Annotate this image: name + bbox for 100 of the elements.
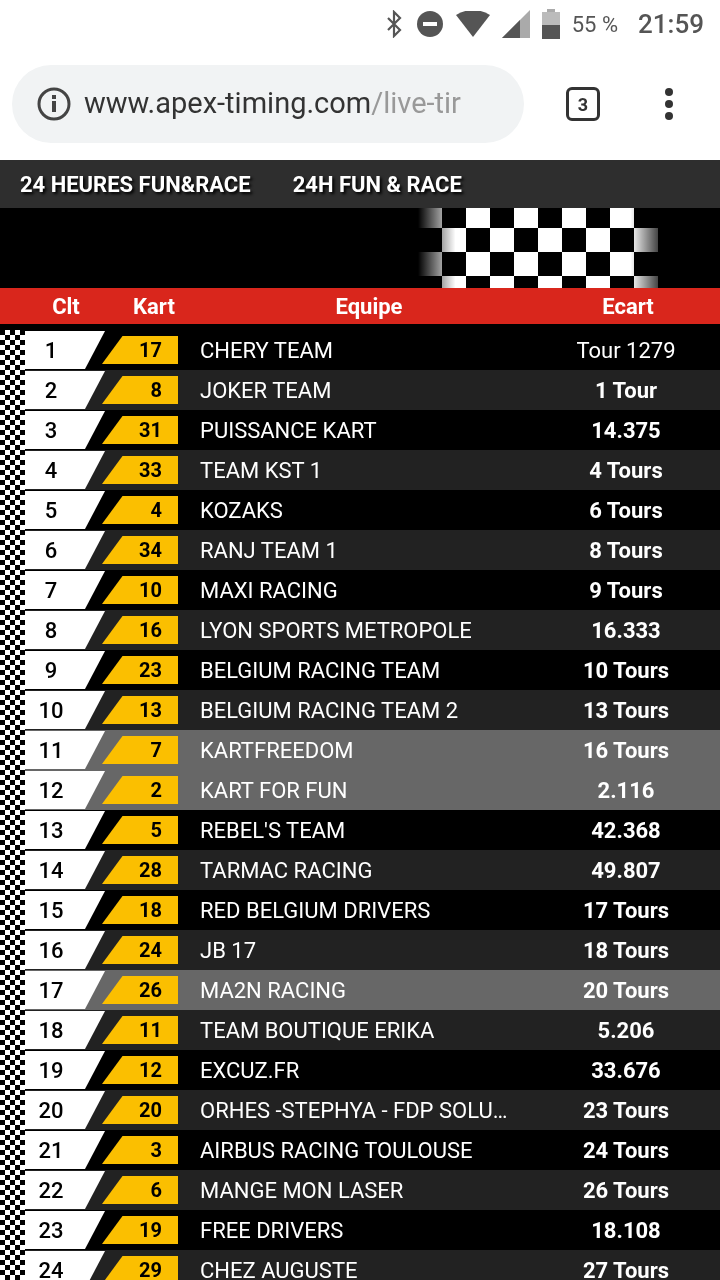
position-cell: 5 bbox=[25, 491, 105, 529]
url-bar[interactable]: www.apex-timing.com/live-tir bbox=[12, 65, 524, 143]
battery-icon bbox=[541, 9, 560, 39]
position-cell: 17 bbox=[25, 971, 105, 1009]
team-name: LYON SPORTS METROPOLE bbox=[200, 616, 473, 645]
team-name: CHERY TEAM bbox=[200, 336, 334, 365]
gap-value: 18 Tours bbox=[582, 936, 670, 965]
gap-value: 24 Tours bbox=[582, 1136, 670, 1165]
info-icon bbox=[36, 86, 72, 122]
gap-value: 18.108 bbox=[590, 1216, 662, 1245]
kart-number-cell: 8 bbox=[102, 376, 178, 404]
team-name: CHEZ AUGUSTE bbox=[200, 1256, 359, 1280]
position-cell: 13 bbox=[25, 811, 105, 849]
position-cell: 7 bbox=[25, 571, 105, 609]
team-name: BELGIUM RACING TEAM bbox=[200, 656, 442, 685]
team-name: MA2N RACING bbox=[200, 976, 348, 1005]
checkered-strip bbox=[0, 770, 25, 810]
team-name: KARTFREEDOM bbox=[200, 736, 355, 765]
kart-number-cell: 34 bbox=[102, 536, 178, 564]
position-cell: 4 bbox=[25, 451, 105, 489]
gap-value: 23 Tours bbox=[582, 1096, 670, 1125]
event-title: 24H FUN & RACE bbox=[292, 170, 462, 199]
kart-number-cell: 6 bbox=[102, 1176, 178, 1204]
gap-value: 5.206 bbox=[596, 1016, 656, 1045]
tab-count-button[interactable]: 3 bbox=[566, 87, 600, 121]
column-header: Ecart bbox=[601, 292, 655, 321]
checkered-strip bbox=[0, 1250, 25, 1280]
position-cell: 11 bbox=[25, 731, 105, 769]
gap-value: 42.368 bbox=[590, 816, 662, 845]
position-cell: 6 bbox=[25, 531, 105, 569]
do-not-disturb-icon bbox=[415, 10, 444, 38]
signal-icon bbox=[501, 10, 530, 38]
event-title: 24 HEURES FUN&RACE bbox=[20, 170, 251, 199]
team-name: MANGE MON LASER bbox=[200, 1176, 405, 1205]
kart-number-cell: 24 bbox=[102, 936, 178, 964]
team-name: FREE DRIVERS bbox=[200, 1216, 345, 1245]
team-name: AIRBUS RACING TOULOUSE bbox=[200, 1136, 474, 1165]
kart-number-cell: 33 bbox=[102, 456, 178, 484]
gap-value: 13 Tours bbox=[582, 696, 670, 725]
team-name: PUISSANCE KART bbox=[200, 416, 378, 445]
gap-value: 17 Tours bbox=[582, 896, 670, 925]
kart-number-cell: 2 bbox=[102, 776, 178, 804]
gap-value: 6 Tours bbox=[588, 496, 664, 525]
checkered-strip bbox=[0, 1170, 25, 1210]
column-header: Clt bbox=[51, 292, 81, 321]
position-cell: 18 bbox=[25, 1011, 105, 1049]
checkered-strip bbox=[0, 610, 25, 650]
position-cell: 10 bbox=[25, 691, 105, 729]
kart-number-cell: 13 bbox=[102, 696, 178, 724]
team-name: MAXI RACING bbox=[200, 576, 339, 605]
kart-number-cell: 16 bbox=[102, 616, 178, 644]
menu-icon[interactable] bbox=[664, 87, 674, 121]
kart-number-cell: 4 bbox=[102, 496, 178, 524]
team-name: BELGIUM RACING TEAM 2 bbox=[200, 696, 460, 725]
position-cell: 21 bbox=[25, 1131, 105, 1169]
team-name: EXCUZ.FR bbox=[200, 1056, 301, 1085]
team-name: TARMAC RACING bbox=[200, 856, 374, 885]
position-cell: 19 bbox=[25, 1051, 105, 1089]
gap-value: 20 Tours bbox=[582, 976, 670, 1005]
position-cell: 3 bbox=[25, 411, 105, 449]
position-cell: 9 bbox=[25, 651, 105, 689]
column-header: Equipe bbox=[334, 292, 404, 321]
kart-number-cell: 3 bbox=[102, 1136, 178, 1164]
gap-value: 2.116 bbox=[596, 776, 656, 805]
team-name: TEAM KST 1 bbox=[200, 456, 324, 485]
checkered-strip bbox=[0, 530, 25, 570]
team-name: KOZAKS bbox=[200, 496, 284, 525]
kart-number-cell: 28 bbox=[102, 856, 178, 884]
position-cell: 22 bbox=[25, 1171, 105, 1209]
position-cell: 23 bbox=[25, 1211, 105, 1249]
wifi-icon bbox=[455, 11, 490, 37]
position-cell: 15 bbox=[25, 891, 105, 929]
kart-number-cell: 23 bbox=[102, 656, 178, 684]
gap-value: 1 Tour bbox=[593, 376, 659, 405]
gap-value: 16 Tours bbox=[582, 736, 670, 765]
position-cell: 20 bbox=[25, 1091, 105, 1129]
checkered-strip bbox=[0, 930, 25, 970]
gap-value: 26 Tours bbox=[582, 1176, 670, 1205]
url-text: www.apex-timing.com/live-tir bbox=[84, 85, 461, 123]
gap-value: 16.333 bbox=[590, 616, 662, 645]
team-name: KART FOR FUN bbox=[200, 776, 349, 805]
kart-number-cell: 5 bbox=[102, 816, 178, 844]
position-cell: 8 bbox=[25, 611, 105, 649]
kart-number-cell: 18 bbox=[102, 896, 178, 924]
kart-number-cell: 20 bbox=[102, 1096, 178, 1124]
checkered-strip bbox=[0, 450, 25, 490]
checkered-strip bbox=[0, 370, 25, 410]
team-name: JOKER TEAM bbox=[200, 376, 333, 405]
position-cell: 16 bbox=[25, 931, 105, 969]
gap-value: 10 Tours bbox=[582, 656, 670, 685]
gap-value: 14.375 bbox=[590, 416, 662, 445]
position-cell: 2 bbox=[25, 371, 105, 409]
position-cell: 1 bbox=[25, 331, 105, 369]
gap-value: 8 Tours bbox=[588, 536, 664, 565]
gap-value: 33.676 bbox=[590, 1056, 662, 1085]
checkered-strip bbox=[0, 690, 25, 730]
kart-number-cell: 10 bbox=[102, 576, 178, 604]
checkered-strip bbox=[0, 1010, 25, 1050]
kart-number-cell: 26 bbox=[102, 976, 178, 1004]
checkered-strip bbox=[0, 1090, 25, 1130]
